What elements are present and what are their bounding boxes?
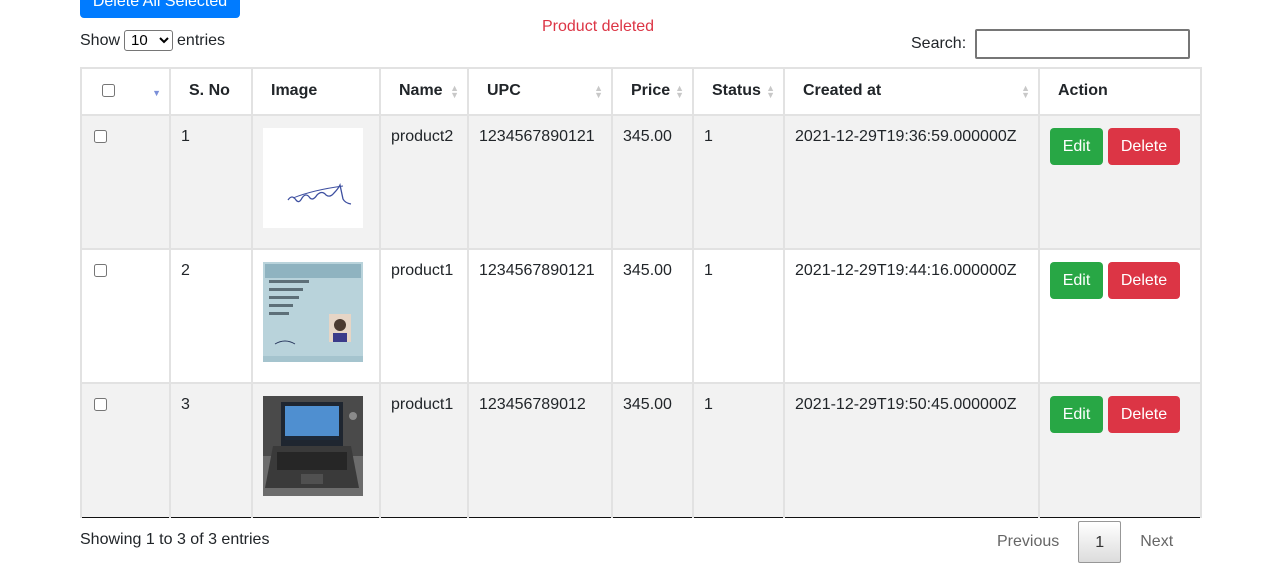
price-cell: 345.00 [611,382,694,518]
delete-button[interactable]: Delete [1108,262,1180,299]
price-cell: 345.00 [611,114,694,250]
header-sno-label: S. No [189,82,230,99]
name-cell: product2 [379,114,469,250]
search-input[interactable] [975,29,1191,59]
header-status-label: Status [712,82,761,99]
edit-button[interactable]: Edit [1050,262,1103,299]
sort-both-icon: ▲ ▼ [450,83,459,100]
products-table: ▼ S. No Image Name ▲ ▼ UPC ▲ ▼ Price ▲ ▼ Statu… [80,67,1202,518]
sno-cell: 1 [169,114,253,250]
header-price-label: Price [631,82,671,99]
header-name[interactable]: Name ▲ ▼ [379,67,469,116]
select-all-checkbox[interactable] [102,84,115,97]
header-created-label: Created at [803,82,882,99]
table-row: 3 product1 123456789012 345.00 1 2021-12… [80,382,1202,518]
header-image: Image [251,67,381,116]
image-cell [251,248,381,384]
previous-page-button[interactable]: Previous [983,521,1073,563]
sort-both-icon: ▲ ▼ [1021,83,1030,100]
status-cell: 1 [692,114,785,250]
header-status[interactable]: Status ▲ ▼ [692,67,785,116]
delete-button[interactable]: Delete [1108,396,1180,433]
header-created[interactable]: Created at ▲ ▼ [783,67,1040,116]
table-header-row: ▼ S. No Image Name ▲ ▼ UPC ▲ ▼ Price ▲ ▼ Statu… [80,67,1202,116]
edit-button[interactable]: Edit [1050,396,1103,433]
status-message: Product deleted [542,18,655,35]
header-upc-label: UPC [487,82,521,99]
sort-both-icon: ▲ ▼ [766,83,775,100]
created-cell: 2021-12-29T19:36:59.000000Z [783,114,1040,250]
status-cell: 1 [692,382,785,518]
header-sno[interactable]: S. No [169,67,253,116]
header-action-label: Action [1058,82,1108,99]
row-check-cell [80,382,171,518]
edit-button[interactable]: Edit [1050,128,1103,165]
delete-all-selected-button[interactable]: Delete All Selected [80,0,240,18]
created-cell: 2021-12-29T19:50:45.000000Z [783,382,1040,518]
name-cell: product1 [379,382,469,518]
row-checkbox[interactable] [94,398,107,411]
delete-button[interactable]: Delete [1108,128,1180,165]
pagination: Previous 1 Next [983,521,1187,563]
sort-desc-icon[interactable]: ▼ [152,89,161,98]
entries-per-page-select[interactable]: 10 25 50 100 [124,30,174,51]
search-label: Search: [911,35,967,52]
entries-length-control: Show 10 25 50 100 entries [80,30,225,51]
table-row: 2 product1 1234567890121 345.00 1 2021-1… [80,248,1202,384]
sort-both-icon: ▲ ▼ [675,83,684,100]
laptop-image [263,396,363,496]
status-cell: 1 [692,248,785,384]
select-all-header: ▼ [80,67,171,116]
name-cell: product1 [379,248,469,384]
sort-both-icon: ▲ ▼ [594,83,603,100]
id-card-image [263,262,363,362]
table-info: Showing 1 to 3 of 3 entries [80,531,270,548]
sno-cell: 2 [169,248,253,384]
action-cell: Edit Delete [1038,248,1202,384]
header-price[interactable]: Price ▲ ▼ [611,67,694,116]
row-check-cell [80,114,171,250]
created-cell: 2021-12-29T19:44:16.000000Z [783,248,1040,384]
price-cell: 345.00 [611,248,694,384]
image-cell [251,382,381,518]
row-check-cell [80,248,171,384]
page-1-button[interactable]: 1 [1078,521,1122,563]
next-page-button[interactable]: Next [1126,521,1187,563]
search-control: Search: [911,29,1191,59]
table-row: 1 product2 1234567890121 345.00 1 2021-1… [80,114,1202,250]
upc-cell: 1234567890121 [467,114,613,250]
upc-cell: 123456789012 [467,382,613,518]
upc-cell: 1234567890121 [467,248,613,384]
header-action: Action [1038,67,1202,116]
action-cell: Edit Delete [1038,114,1202,250]
signature-image [263,128,363,228]
image-cell [251,114,381,250]
header-image-label: Image [271,82,318,99]
header-upc[interactable]: UPC ▲ ▼ [467,67,613,116]
row-checkbox[interactable] [94,130,107,143]
header-name-label: Name [399,82,443,99]
action-cell: Edit Delete [1038,382,1202,518]
entries-label: entries [177,31,226,49]
show-label: Show [80,31,121,49]
sno-cell: 3 [169,382,253,518]
row-checkbox[interactable] [94,264,107,277]
